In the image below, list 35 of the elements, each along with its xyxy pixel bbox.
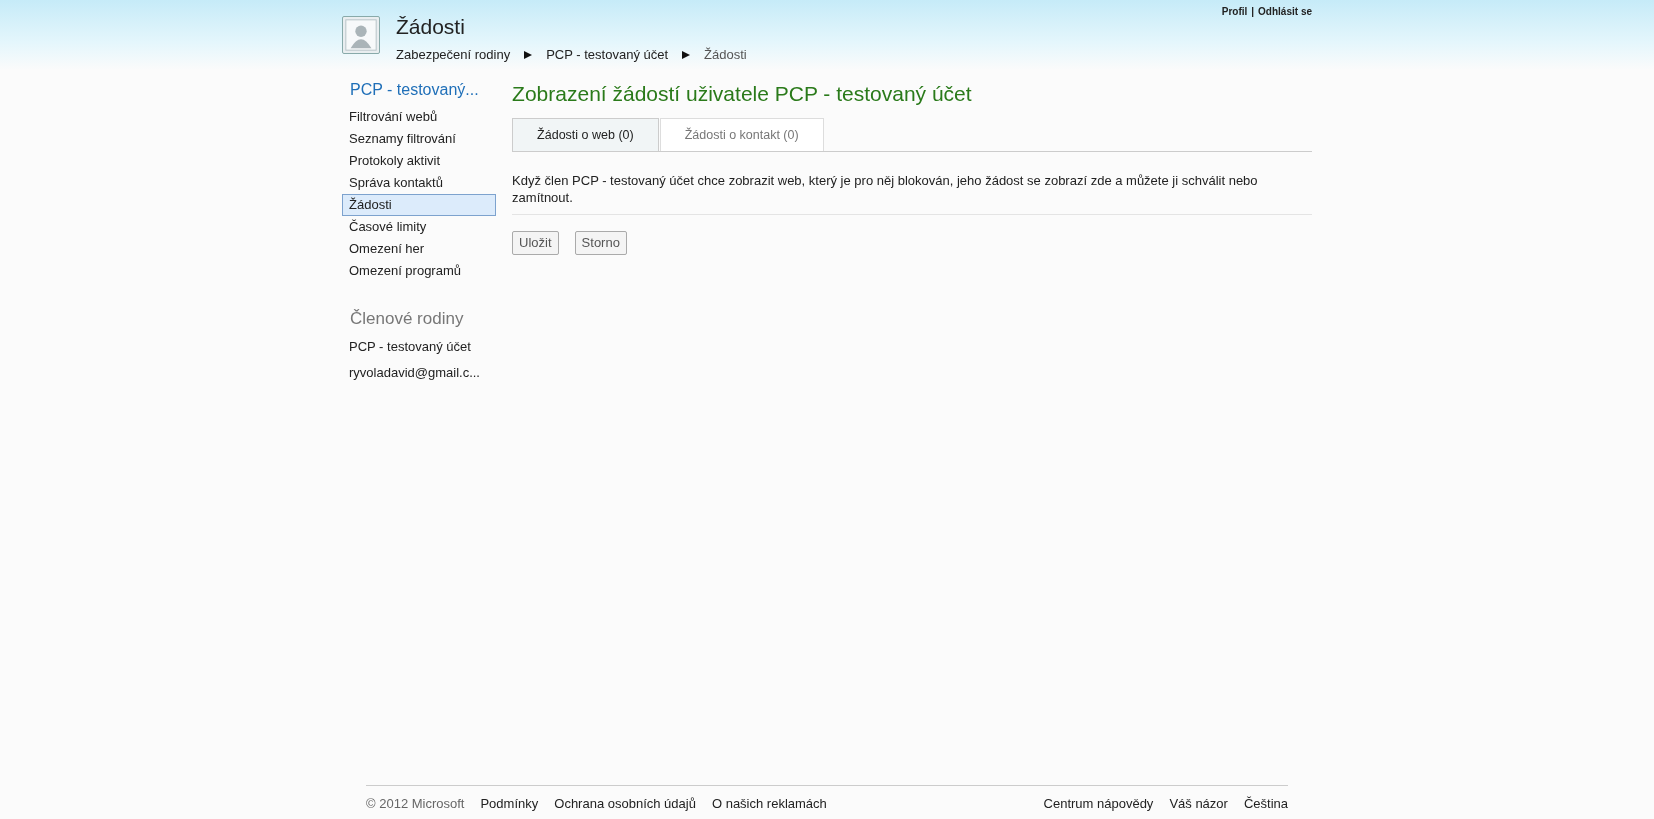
footer-link[interactable]: Podmínky [480,793,539,813]
triangle-icon [524,50,533,59]
sidebar-item[interactable]: Správa kontaktů [342,172,497,194]
footer-link[interactable]: Ochrana osobních údajů [554,793,696,813]
family-member-link[interactable]: ryvoladavid@gmail.c... [342,361,497,384]
form-button[interactable]: Uložit [512,231,559,255]
sidebar-item[interactable]: Omezení programů [342,260,497,282]
header-link[interactable]: Profil [1221,4,1248,19]
footer-link[interactable]: Váš názor [1169,793,1228,813]
form-button[interactable]: Storno [574,231,627,255]
link-separator: | [1251,5,1255,19]
breadcrumb-link[interactable]: Zabezpečení rodiny [396,45,511,65]
copyright-text: © 2012 Microsoft [366,794,465,813]
footer-link[interactable]: Čeština [1243,793,1288,813]
footer-link[interactable]: Centrum nápovědy [1043,793,1154,813]
sidebar-item[interactable]: Protokoly aktivit [342,150,497,172]
footer-link[interactable]: O našich reklamách [711,793,827,813]
triangle-icon [682,50,691,59]
sidebar-item[interactable]: Filtrování webů [342,106,497,128]
main-heading: Zobrazení žádostí uživatele PCP - testovaný účet [512,81,973,107]
avatar-icon [342,16,380,54]
description-text: Když člen PCP - testovaný účet chce zobrazit web, který je pro něj blokován, jeho žádost se zobrazí zde a můžete ji schválit nebo zamítnout. [512,152,1312,216]
breadcrumb-link[interactable]: PCP - testovaný účet [546,45,669,65]
header-link[interactable]: Odhlásit se [1258,4,1312,19]
family-members-title: Členové rodiny [349,308,465,330]
sidebar-item[interactable]: Seznamy filtrování [342,128,497,150]
tab[interactable]: Žádosti o kontakt (0) [659,117,824,152]
sidebar-item[interactable]: Časové limity [342,216,497,238]
page-title: Žádosti [396,16,466,37]
sidebar-item[interactable]: Žádosti [342,194,497,216]
tab[interactable]: Žádosti o web (0) [512,117,659,152]
sidebar-title: PCP - testovaný... [349,80,480,100]
breadcrumb-current: Žádosti [704,46,747,64]
family-member-link[interactable]: PCP - testovaný účet [342,335,497,358]
sidebar-item[interactable]: Omezení her [342,238,497,260]
